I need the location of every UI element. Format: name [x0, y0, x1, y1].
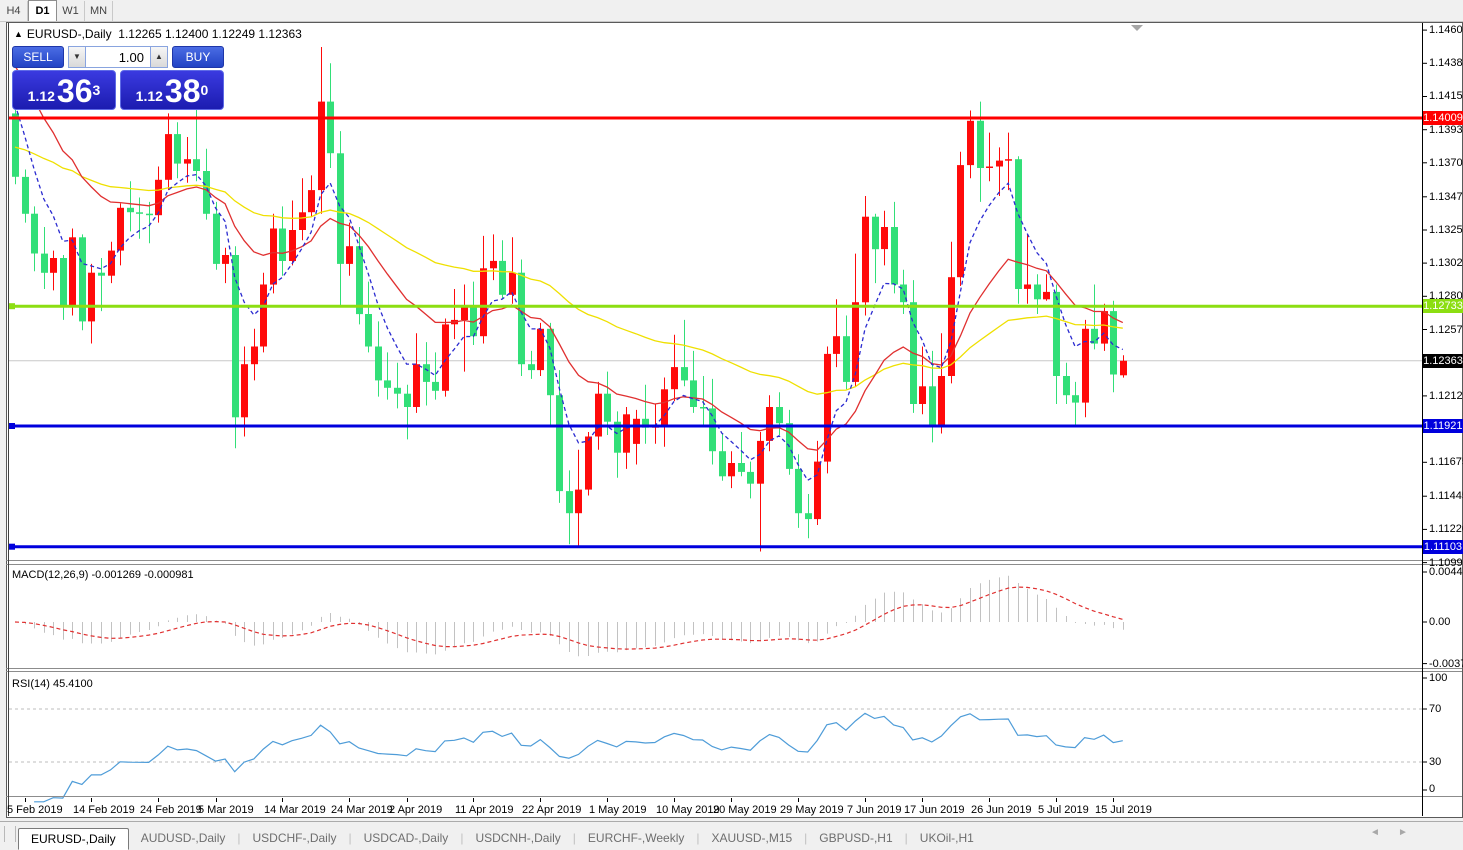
date-label: 14 Feb 2019	[73, 804, 135, 816]
price-axis-tick: 1.14380	[1429, 57, 1463, 69]
price-badge: 1.12363	[1423, 354, 1463, 368]
chart-title: EURUSD-,Daily	[27, 27, 112, 41]
candle	[260, 273, 267, 353]
timeframe-bar: H4D1W1MN	[0, 0, 1463, 22]
rsi-axis-tick: 30	[1429, 756, 1441, 768]
buy-price-big: 38	[165, 76, 201, 106]
candle	[79, 234, 86, 330]
price-badge: 1.12733	[1423, 299, 1463, 313]
rsi-axis-tick: 100	[1429, 672, 1447, 684]
symbol-tab-bar: EURUSD-,DailyAUDUSD-,Daily|USDCHF-,Daily…	[0, 821, 1463, 846]
date-label: 1 May 2019	[589, 804, 646, 816]
date-label: 11 Apr 2019	[455, 804, 514, 816]
macd-label: MACD(12,26,9) -0.001269 -0.000981	[12, 569, 194, 581]
sell-price-prefix: 1.12	[28, 86, 55, 106]
macd-axis-tick: 0.00	[1429, 616, 1450, 628]
candle	[537, 323, 544, 376]
date-label: 26 Jun 2019	[971, 804, 1032, 816]
rsi-axis-tick: 70	[1429, 703, 1441, 715]
volume-decrease-button[interactable]: ▼	[68, 46, 86, 68]
symbol-tab-XAUUSD-M15[interactable]: XAUUSD-,M15	[699, 828, 804, 849]
volume-input[interactable]	[86, 46, 150, 68]
macd-axis-tick: 0.004465	[1429, 566, 1463, 578]
sell-price-sup: 3	[93, 71, 101, 109]
date-label: 2 Apr 2019	[389, 804, 442, 816]
buy-price-prefix: 1.12	[136, 86, 163, 106]
rsi-label: RSI(14) 45.4100	[12, 678, 93, 690]
timeframe-tab-MN[interactable]: MN	[85, 1, 113, 21]
price-badge: 1.14009	[1423, 111, 1463, 125]
chart-canvas	[0, 0, 1463, 845]
date-label: 10 May 2019	[656, 804, 720, 816]
price-axis-tick: 1.13025	[1429, 257, 1463, 269]
buy-price-sup: 0	[201, 71, 209, 109]
buy-price-box[interactable]: 1.12 38 0	[120, 70, 224, 110]
date-label: 14 Mar 2019	[264, 804, 326, 816]
price-axis-tick: 1.11445	[1429, 490, 1463, 502]
sell-price-box[interactable]: 1.12 36 3	[12, 70, 116, 110]
collapse-icon[interactable]: ▲	[14, 29, 23, 39]
price-axis-tick: 1.11220	[1429, 523, 1463, 535]
symbol-tab-AUDUSD-Daily[interactable]: AUDUSD-,Daily	[129, 828, 238, 849]
macd-axis-tick: -0.003715	[1429, 658, 1463, 670]
tabbar-grip-icon	[4, 826, 16, 842]
price-badge: 1.11921	[1423, 419, 1463, 433]
date-label: 15 Jul 2019	[1095, 804, 1152, 816]
timeframe-tab-W1[interactable]: W1	[57, 1, 85, 21]
symbol-tab-EURCHF-Weekly[interactable]: EURCHF-,Weekly	[576, 828, 696, 849]
candle	[585, 432, 592, 496]
date-label: 17 Jun 2019	[904, 804, 965, 816]
chart-header: ▲ EURUSD-,Daily 1.12265 1.12400 1.12249 1…	[14, 27, 302, 41]
price-axis-tick: 1.14605	[1429, 24, 1463, 36]
sell-button[interactable]: SELL	[12, 46, 64, 68]
date-label: 29 May 2019	[780, 804, 844, 816]
symbol-tab-USDCHF-Daily[interactable]: USDCHF-,Daily	[241, 828, 349, 849]
candle	[442, 319, 449, 397]
hline-handle[interactable]	[9, 303, 15, 309]
date-label: 24 Mar 2019	[331, 804, 393, 816]
candle	[824, 347, 831, 474]
timeframe-tab-H4[interactable]: H4	[0, 1, 28, 21]
tabs-scroll-right-icon[interactable]: ►	[1398, 827, 1408, 838]
price-axis-tick: 1.12575	[1429, 324, 1463, 336]
volume-increase-button[interactable]: ▲	[150, 46, 168, 68]
candle	[957, 152, 964, 286]
symbol-tab-USDCNH-Daily[interactable]: USDCNH-,Daily	[463, 828, 572, 849]
symbol-tab-UKOil-H1[interactable]: UKOil-,H1	[908, 828, 986, 849]
date-label: 24 Feb 2019	[140, 804, 202, 816]
price-badge: 1.11103	[1423, 540, 1463, 554]
date-label: 22 Apr 2019	[522, 804, 581, 816]
chart-ohlc: 1.12265 1.12400 1.12249 1.12363	[118, 27, 302, 41]
price-axis-tick: 1.13475	[1429, 191, 1463, 203]
hline-handle[interactable]	[9, 544, 15, 550]
price-axis-tick: 1.13930	[1429, 124, 1463, 136]
timeframe-tab-D1[interactable]: D1	[28, 0, 57, 21]
symbol-tab-EURUSD-Daily[interactable]: EURUSD-,Daily	[18, 828, 129, 850]
price-axis-tick: 1.12125	[1429, 390, 1463, 402]
date-label: 5 Feb 2019	[7, 804, 63, 816]
hline-handle[interactable]	[9, 423, 15, 429]
price-axis-tick: 1.13250	[1429, 224, 1463, 236]
date-label: 5 Jul 2019	[1038, 804, 1089, 816]
sell-price-big: 36	[57, 76, 93, 106]
price-axis-tick: 1.14155	[1429, 90, 1463, 102]
buy-button[interactable]: BUY	[172, 46, 224, 68]
symbol-tab-GBPUSD-H1[interactable]: GBPUSD-,H1	[807, 828, 904, 849]
date-label: 5 Mar 2019	[198, 804, 254, 816]
date-label: 20 May 2019	[713, 804, 777, 816]
price-axis-tick: 1.11675	[1429, 456, 1463, 468]
tabs-scroll-left-icon[interactable]: ◄	[1370, 827, 1380, 838]
one-click-trading-panel: SELL ▼ ▲ BUY 1.12 36 3 1.12 38 0	[12, 46, 224, 110]
symbol-tab-USDCAD-Daily[interactable]: USDCAD-,Daily	[352, 828, 461, 849]
date-label: 7 Jun 2019	[847, 804, 901, 816]
candle	[1015, 156, 1022, 304]
rsi-axis-tick: 0	[1429, 783, 1435, 795]
price-axis-tick: 1.13705	[1429, 157, 1463, 169]
